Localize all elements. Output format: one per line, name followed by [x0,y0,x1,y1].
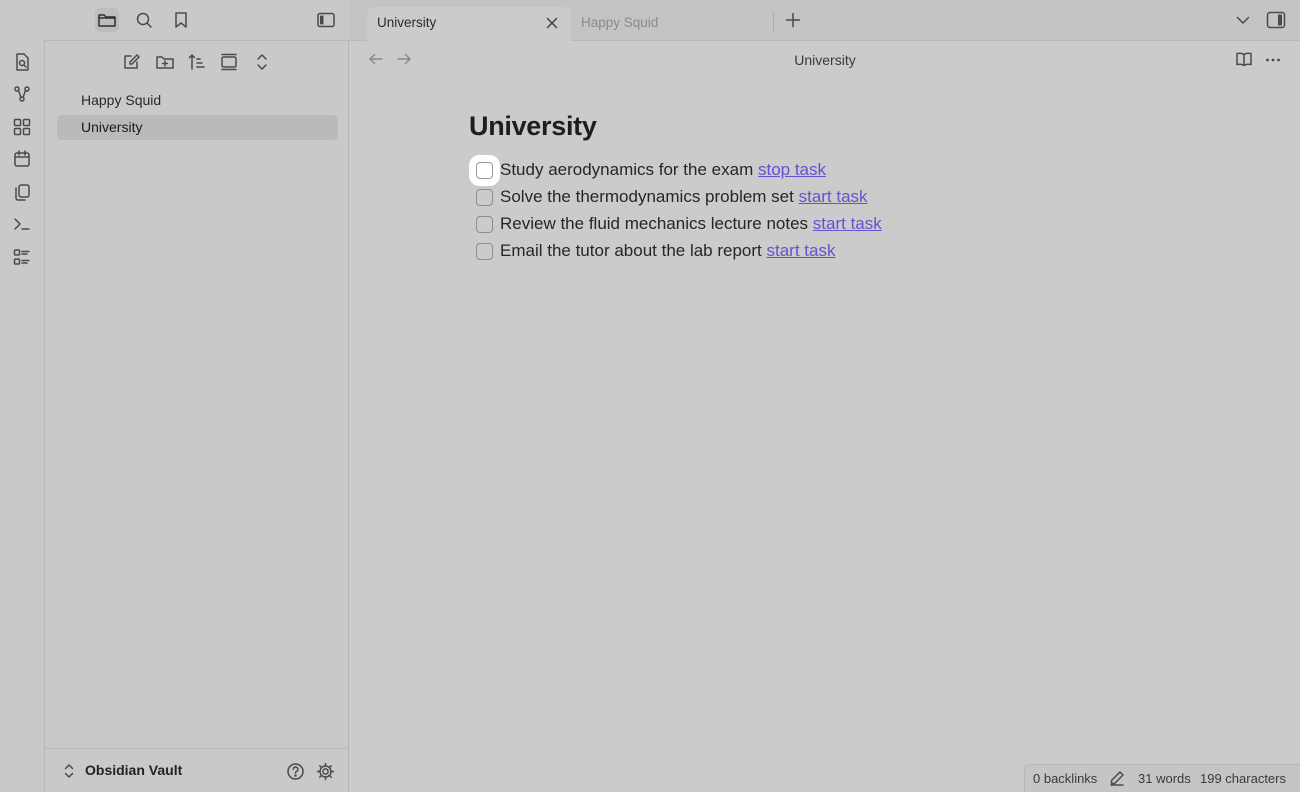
task-checkbox[interactable] [476,162,493,179]
file-item-label: Happy Squid [81,92,162,108]
vault-switcher-bar: Obsidian Vault [45,748,348,792]
more-options-icon[interactable] [1264,51,1282,67]
graph-icon[interactable] [12,84,32,104]
editor-pane: University University Study aerodynamics… [350,41,1300,792]
vault-name[interactable]: Obsidian Vault [85,762,182,778]
file-item-university[interactable]: University [57,115,338,140]
sidebar-header [0,0,349,41]
character-count: 199 characters [1200,771,1286,786]
new-note-icon[interactable] [121,51,143,73]
task-action-link[interactable]: start task [799,187,868,206]
sidebar-toggle-icon[interactable] [314,8,338,32]
collapse-icon[interactable] [218,51,240,73]
file-explorer: Happy Squid University Obsidian Vault [45,41,349,792]
task-text: Solve the thermodynamics problem set [500,187,794,206]
word-count: 31 words [1138,771,1191,786]
backlinks-count[interactable]: 0 backlinks [1033,771,1097,786]
new-tab-plus-icon[interactable] [785,12,801,28]
sort-icon[interactable] [186,51,208,73]
ribbon [0,40,45,792]
tab-label: University [377,15,437,30]
task-text: Review the fluid mechanics lecture notes [500,214,809,233]
right-sidebar-toggle-icon[interactable] [1266,11,1286,29]
task-action-link[interactable]: start task [813,214,882,233]
file-search-icon[interactable] [12,52,32,72]
file-item-label: University [81,119,143,135]
expand-icon[interactable] [251,51,273,73]
copy-icon[interactable] [12,182,32,202]
terminal-icon[interactable] [12,214,32,234]
file-item-happy-squid[interactable]: Happy Squid [57,88,338,113]
tab-bar: University Happy Squid [349,0,1300,41]
reading-view-book-icon[interactable] [1235,51,1253,67]
status-bar: 0 backlinks 31 words 199 characters [1024,764,1300,792]
list-icon[interactable] [12,247,32,267]
task-checkbox[interactable] [476,216,493,233]
task-checkbox[interactable] [476,243,493,260]
new-folder-icon[interactable] [154,51,176,73]
canvas-icon[interactable] [12,117,32,137]
help-icon[interactable] [286,762,305,781]
task-text: Study aerodynamics for the exam [500,160,754,179]
vault-switch-icon[interactable] [62,763,76,779]
tab-label: Happy Squid [581,15,659,30]
task-text: Email the tutor about the lab report [500,241,762,260]
search-icon[interactable] [132,8,156,32]
tab-happy-squid[interactable]: Happy Squid [571,7,771,41]
tab-university[interactable]: University [367,7,571,41]
document-title: University [469,111,597,141]
task-checkbox[interactable] [476,189,493,206]
folder-icon[interactable] [95,8,119,32]
close-icon[interactable] [545,16,559,30]
tab-divider [773,12,774,32]
tab-list-chevron-down-icon[interactable] [1235,14,1251,26]
task-action-link[interactable]: stop task [758,160,826,179]
settings-gear-icon[interactable] [316,762,335,781]
task-action-link[interactable]: start task [767,241,836,260]
bookmark-icon[interactable] [169,8,193,32]
view-header-title[interactable]: University [350,52,1300,68]
edit-mode-pencil-icon[interactable] [1109,770,1125,786]
calendar-icon[interactable] [12,149,32,169]
